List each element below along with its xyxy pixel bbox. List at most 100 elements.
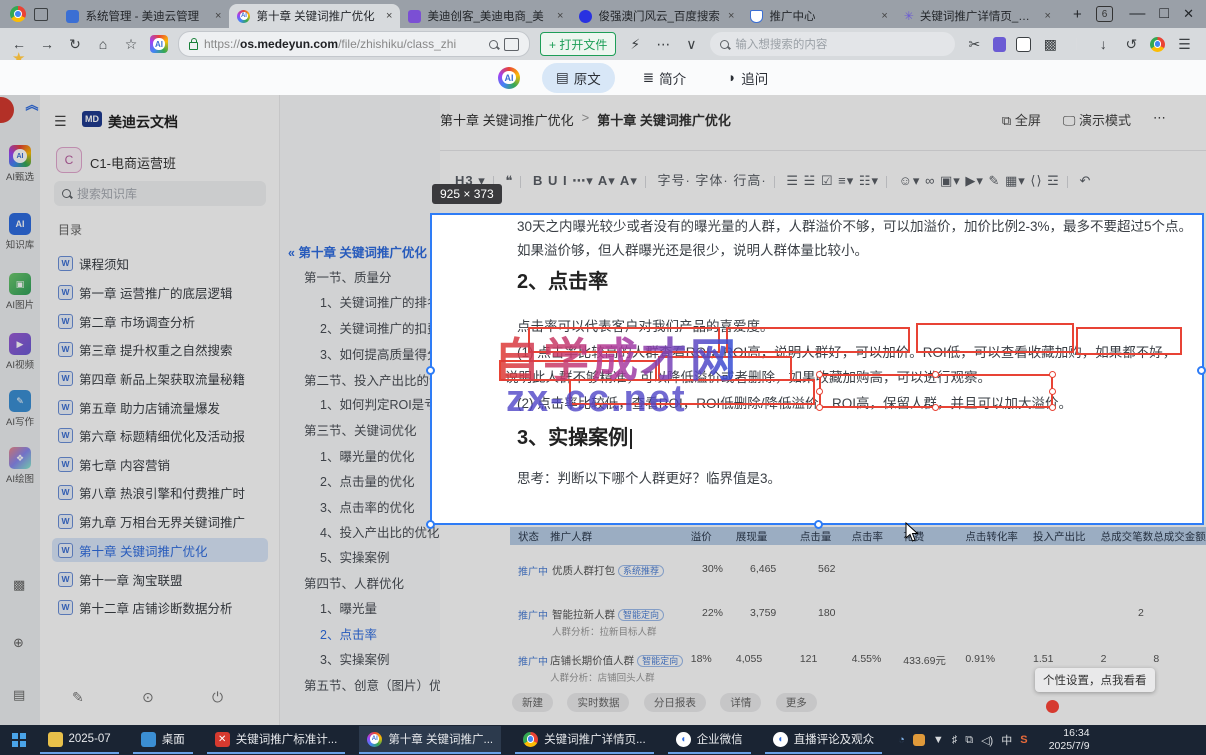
tab-close-icon[interactable]: × [386, 10, 392, 22]
tray-shield-icon[interactable]: ▼ [933, 734, 944, 746]
tab-favicon [66, 9, 80, 23]
tray-display-icon[interactable]: ⧉ [965, 734, 973, 747]
annotation-handle[interactable] [932, 371, 939, 378]
new-tab-button[interactable]: + [1073, 6, 1082, 23]
wecom-icon: ◖ [675, 731, 691, 747]
annotation-rect[interactable] [1076, 327, 1182, 355]
divider [1076, 38, 1078, 50]
url-host: os.medeyun.com [240, 37, 339, 51]
history-icon[interactable]: ↺ [1122, 36, 1140, 53]
tab-close-icon[interactable]: × [1045, 10, 1051, 22]
downloads-icon[interactable]: ↓ [1094, 36, 1112, 52]
ai-app-icon: AI [367, 731, 383, 747]
url-path: /file/zhishiku/class_zhi [338, 37, 457, 51]
annotation-handle[interactable] [816, 404, 823, 411]
annotation-handle[interactable] [932, 404, 939, 411]
tab-system-admin[interactable]: 系统管理 - 美迪云管理 × [58, 4, 229, 28]
annotation-rect[interactable] [916, 323, 1074, 353]
browser-logo-icon[interactable] [10, 6, 26, 22]
more-tools-icon[interactable]: ⋯ [654, 36, 672, 53]
taskbar-item-wecom[interactable]: ◖ 企业微信 [667, 726, 751, 754]
tab-chapter10[interactable]: AI 第十章 关键词推广优化 × [229, 4, 401, 28]
browser-menu-logo-icon[interactable] [1150, 36, 1166, 52]
puzzle-extensions-icon[interactable]: ▩ [1041, 36, 1059, 53]
ai-assistant-icon[interactable]: AI [150, 35, 168, 53]
taskbar-item-folder[interactable]: 2025-07 [39, 726, 119, 754]
red-app-icon: ✕ [214, 731, 230, 747]
watermark-en: zx-cc.net [506, 378, 687, 420]
windows-taskbar: 2025-07 桌面 ✕ 关键词推广标准计... AI 第十章 关键词推广... 关… [0, 725, 1206, 755]
forward-icon[interactable]: → [38, 36, 56, 52]
sogou-icon[interactable]: S [1020, 734, 1027, 746]
view-tab-summary[interactable]: ≣ 简介 [629, 63, 700, 93]
clock-date: 2025/7/9 [1048, 740, 1090, 752]
doc-view-switcher: AI ▤ 原文 ≣ 简介 ◗ 追问 [0, 60, 1206, 96]
taskbar-item-chapter10[interactable]: AI 第十章 关键词推广... [359, 726, 502, 754]
annotation-handle[interactable] [1049, 388, 1056, 395]
address-bar[interactable]: https://os.medeyun.com/file/zhishiku/cla… [178, 31, 530, 57]
mouse-cursor [905, 522, 919, 542]
tab-keyword-detail[interactable]: ✳ 关键词推广详情页_万相 × [896, 4, 1059, 28]
desktop-icon [140, 731, 156, 747]
view-tab-original[interactable]: ▤ 原文 [542, 62, 615, 93]
doc-icon: ≣ [642, 69, 655, 85]
image-mode-icon[interactable] [504, 37, 519, 51]
search-icon[interactable] [489, 39, 498, 49]
settings-pin-icon[interactable] [1046, 700, 1059, 713]
menu-icon[interactable]: ☰ [1175, 36, 1193, 53]
annotation-handle[interactable] [1049, 371, 1056, 378]
region-handle-bottom-left[interactable] [426, 520, 435, 529]
tray-orange-icon[interactable] [912, 734, 925, 746]
annotation-rect-selected[interactable] [819, 374, 1053, 408]
chevron-down-icon[interactable]: ∨ [682, 36, 700, 53]
start-button[interactable] [12, 733, 26, 747]
taskbar-item-keyword-plan[interactable]: ✕ 关键词推广标准计... [206, 726, 346, 754]
annotation-handle[interactable] [816, 388, 823, 395]
tab-close-icon[interactable]: × [215, 10, 221, 22]
ime-indicator[interactable]: 中 [1001, 732, 1012, 748]
system-tray: ◔ ▼ ♯ ⧉ ◁) 中 S [898, 732, 1027, 748]
doc-paragraph: 思考：判断以下哪个人群更好？临界值是3。 [517, 471, 782, 486]
taskbar-item-chrome[interactable]: 关键词推广详情页... [515, 726, 654, 754]
tab-count-box[interactable]: 6 [1095, 6, 1114, 22]
search-icon [720, 39, 730, 49]
browser-tab-strip: 系统管理 - 美迪云管理 × AI 第十章 关键词推广优化 × 美迪创客_美迪电商_… [0, 0, 1206, 28]
taskbar-clock[interactable]: 16:34 2025/7/9 [1038, 727, 1090, 753]
tray-wecom-icon[interactable]: ◔ [898, 734, 905, 746]
quick-search-box[interactable]: 输入想搜索的内容 [710, 32, 956, 56]
taskbar-item-desktop[interactable]: 桌面 [132, 726, 193, 754]
annotation-handle[interactable] [816, 371, 823, 378]
tab-promo-center[interactable]: 推广中心 × [742, 4, 895, 28]
split-view-icon[interactable] [33, 7, 49, 21]
extension-purple-icon[interactable] [993, 36, 1007, 52]
annotation-rect[interactable] [726, 327, 910, 353]
bolt-icon[interactable]: ⚡ [626, 36, 644, 53]
region-handle-bottom[interactable] [814, 520, 823, 529]
tab-close-icon[interactable]: × [728, 10, 734, 22]
tab-close-icon[interactable]: × [881, 10, 887, 22]
region-handle-left[interactable] [426, 366, 435, 375]
region-handle-right[interactable] [1197, 366, 1206, 375]
tab-favicon [750, 9, 764, 23]
tab-baidu-search[interactable]: 俊强澳门风云_百度搜索 × [571, 4, 742, 28]
minimize-button[interactable]: — [1129, 5, 1145, 23]
settings-tooltip: 个性设置，点我看看 [1035, 668, 1155, 692]
tray-volume-icon[interactable]: ◁) [981, 734, 993, 747]
browser-navbar: ← → ↻ ⌂ ☆ AI https://os.medeyun.com/file… [0, 28, 1206, 60]
reload-icon[interactable]: ↻ [66, 36, 84, 53]
taskbar-item-live-comments[interactable]: ◖ 直播评论及观众 [764, 726, 883, 754]
home-icon[interactable]: ⌂ [94, 36, 112, 52]
bookmark-icon[interactable]: ☆ [122, 36, 140, 53]
window-close-button[interactable]: ✕ [1183, 6, 1194, 22]
view-tab-ask[interactable]: ◗ 追问 [714, 63, 782, 93]
extension-white-icon[interactable] [1016, 36, 1032, 52]
open-file-button[interactable]: + 打开文件 [540, 32, 617, 56]
maximize-button[interactable]: □ [1159, 5, 1169, 23]
tab-close-icon[interactable]: × [557, 10, 563, 22]
tab-meidi-maker[interactable]: 美迪创客_美迪电商_美 × [400, 4, 571, 28]
url-scheme: https:// [204, 37, 241, 51]
scissors-icon[interactable]: ✂ [965, 36, 983, 53]
doc-paragraph: 如果溢价够，但人群曝光还是很少，说明人群体量比较小。 [517, 243, 868, 258]
tray-mic-icon[interactable]: ♯ [952, 734, 958, 746]
annotation-handle[interactable] [1049, 404, 1056, 411]
